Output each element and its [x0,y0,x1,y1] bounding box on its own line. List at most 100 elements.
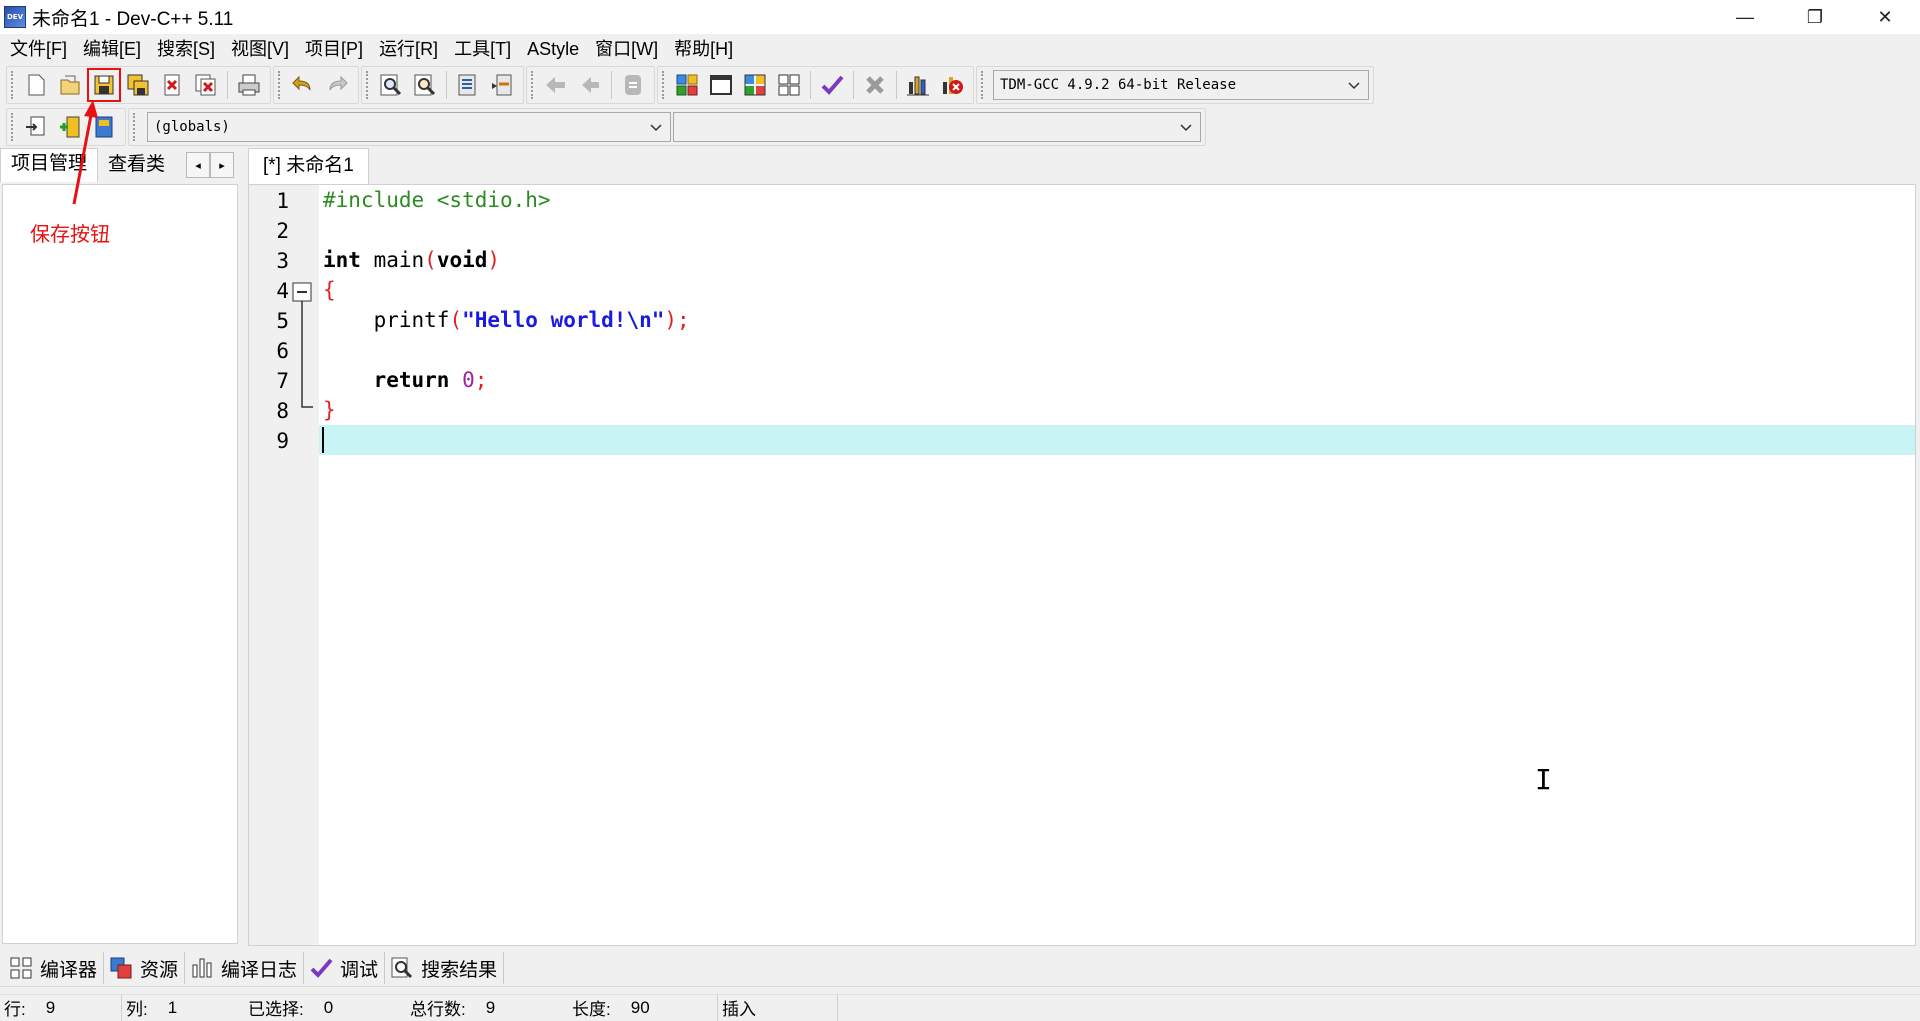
menu-run[interactable]: 运行[R] [371,35,446,63]
replace-button[interactable] [408,68,442,102]
search-toolbar [361,66,524,104]
toolbar-grip[interactable] [11,113,15,141]
toolbar-grip[interactable] [531,71,535,99]
tab-class-browser[interactable]: 查看类 [98,150,175,182]
comment-button[interactable] [616,68,650,102]
tab-compile-log[interactable]: 编译日志 [185,952,305,984]
compile-icon [676,74,698,96]
keyword-token: int [323,248,361,272]
tab-scroll-buttons: ◂ ▸ [186,152,234,178]
toolbar-grip[interactable] [981,71,985,99]
bracket-token: ( [424,248,437,272]
toolbar-grip[interactable] [11,71,15,99]
bottom-panel-splitter[interactable] [0,986,1920,994]
run-button[interactable] [704,68,738,102]
keyword-token: return [373,368,450,392]
profile-button[interactable] [901,68,935,102]
toolbar-separator [896,71,897,99]
close-file-button[interactable] [155,68,189,102]
find-button[interactable] [374,68,408,102]
status-length-value: 90 [630,997,650,1017]
goto-line-button[interactable] [451,68,485,102]
undo-button[interactable] [286,68,320,102]
tab-debug[interactable]: 调试 [304,952,386,984]
toolbar-grip[interactable] [278,71,282,99]
menu-view[interactable]: 视图[V] [223,35,297,63]
menu-help[interactable]: 帮助[H] [666,35,741,63]
status-insert-mode: 插入 [718,994,838,1021]
indent-left-button[interactable] [539,68,573,102]
compile-run-button[interactable] [738,68,772,102]
line-number: 2 [276,219,289,243]
new-file-icon [28,74,45,96]
tab-resources[interactable]: 资源 [104,952,186,984]
minimize-button[interactable]: — [1710,0,1780,34]
new-project-button[interactable] [19,110,53,144]
maximize-button[interactable]: ❐ [1780,0,1850,34]
scope-select[interactable]: (globals) [147,112,671,142]
toolbar-grip[interactable] [366,71,370,99]
save-button[interactable] [87,68,121,102]
open-file-icon [60,75,80,95]
compile-log-chart-icon [192,958,212,978]
rebuild-button[interactable] [772,68,806,102]
identifier-token: main [360,248,425,272]
tab-compiler[interactable]: 编译器 [4,952,105,984]
code-editor[interactable]: 1 2 3 4 5 6 7 8 9 #include <stdio.h> int… [248,184,1916,946]
indent-token [323,368,374,392]
menu-tools[interactable]: 工具[T] [446,35,519,63]
save-all-icon [127,74,149,96]
fold-collapse-icon[interactable] [291,281,315,421]
toolbar-separator [853,71,854,99]
menu-project[interactable]: 项目[P] [297,35,371,63]
title-bar: DEV 未命名1 - Dev-C++ 5.11 — ❐ ✕ [0,0,1920,34]
goto-line-icon [458,74,476,96]
new-file-button[interactable] [19,68,53,102]
project-panel-tabs: 项目管理 查看类 ◂ ▸ [0,148,240,182]
indent-right-button[interactable] [573,68,607,102]
save-all-button[interactable] [121,68,155,102]
menu-file[interactable]: 文件[F] [2,35,75,63]
redo-button[interactable] [320,68,354,102]
status-length: 长度: 90 [568,994,718,1021]
code-line-8: } [323,395,336,425]
menu-bar: 文件[F] 编辑[E] 搜索[S] 视图[V] 项目[P] 运行[R] 工具[T… [0,34,1920,64]
close-button[interactable]: ✕ [1850,0,1920,34]
line-number: 9 [276,429,289,453]
print-icon [238,74,260,96]
chevron-down-icon [1348,82,1360,90]
tab-scroll-right-button[interactable]: ▸ [210,152,234,178]
close-all-button[interactable] [189,68,223,102]
scope-toolbar: (globals) [128,108,1206,146]
tab-search-results[interactable]: 搜索结果 [385,952,505,984]
syntax-check-button[interactable] [815,68,849,102]
menu-edit[interactable]: 编辑[E] [75,35,149,63]
run-window-icon [710,75,732,95]
tab-scroll-left-button[interactable]: ◂ [186,152,210,178]
preprocessor-token: #include <stdio.h> [323,188,551,212]
status-selected-label: 已选择: [248,1000,304,1019]
print-button[interactable] [232,68,266,102]
undo-icon [292,75,311,91]
close-all-icon [195,74,216,96]
menu-astyle[interactable]: AStyle [519,35,587,63]
line-number: 1 [276,189,289,213]
tab-untitled1[interactable]: [*] 未命名1 [248,148,369,184]
class-toolbar: (globals) [0,106,1208,148]
open-file-button[interactable] [53,68,87,102]
clean-button[interactable] [858,68,892,102]
compile-button[interactable] [670,68,704,102]
toolbar-grip[interactable] [133,113,137,141]
menu-window[interactable]: 窗口[W] [587,35,666,63]
current-line-highlight [319,425,1915,455]
compile-run-icon [744,74,766,96]
function-select[interactable] [673,112,1201,142]
toggle-bookmark-button[interactable] [485,68,519,102]
project-tree[interactable] [2,184,238,944]
tab-search-results-label: 搜索结果 [421,959,498,981]
menu-search[interactable]: 搜索[S] [149,35,223,63]
mouse-ibeam-icon: I [1535,763,1552,796]
delete-profile-button[interactable] [935,68,969,102]
compiler-select[interactable]: TDM-GCC 4.9.2 64-bit Release [993,70,1369,100]
toolbar-grip[interactable] [662,71,666,99]
